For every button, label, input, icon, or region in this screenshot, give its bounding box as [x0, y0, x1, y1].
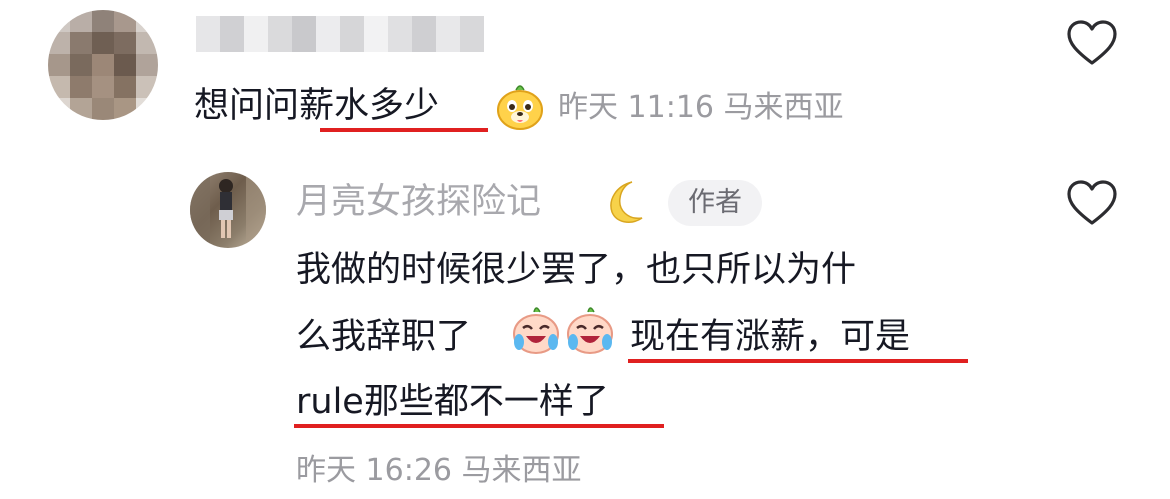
author-username[interactable]: 月亮女孩探险记	[296, 180, 541, 224]
reply-underline-2	[294, 424, 664, 428]
crying-laughing-emoji-icon	[513, 307, 559, 354]
author-avatar[interactable]	[190, 172, 266, 248]
reply-underline-1	[628, 359, 968, 363]
comment-text: 想问问薪水多少	[194, 86, 440, 126]
person-photo-icon	[190, 172, 266, 248]
comment-underline	[320, 128, 488, 132]
reply-line-2: 么我辞职了	[296, 317, 472, 357]
like-heart-icon[interactable]	[1066, 20, 1118, 66]
dog-face-emoji-icon	[497, 85, 543, 130]
crescent-moon-icon	[610, 181, 643, 224]
reply-line-1: 我做的时候很少罢了，也只所以为什	[296, 250, 857, 290]
commenter-name-blurred[interactable]	[196, 16, 484, 52]
author-badge: 作者	[668, 180, 762, 226]
reply-line-2-highlight: 现在有涨薪，可是	[630, 317, 911, 357]
commenter-avatar[interactable]	[48, 10, 158, 120]
like-heart-icon[interactable]	[1066, 180, 1118, 226]
reply-line-3: rule那些都不一样了	[296, 382, 609, 422]
crying-laughing-emoji-icon	[567, 307, 613, 354]
reply-meta: 昨天 16:26 马来西亚	[296, 453, 582, 488]
comment-meta: 昨天 11:16 马来西亚	[558, 90, 844, 125]
